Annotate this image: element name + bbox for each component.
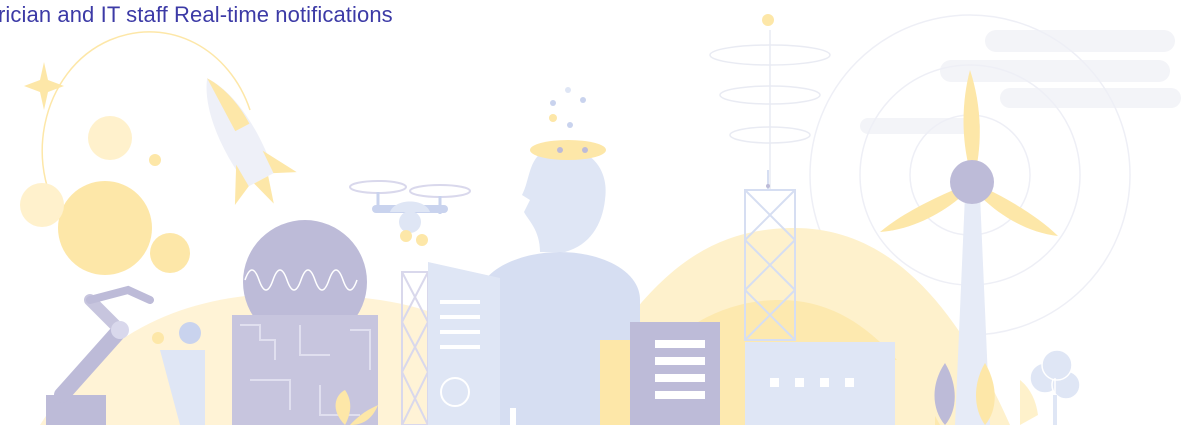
tech-illustration: [20, 14, 1181, 425]
satellite-tower-icon: [709, 30, 831, 190]
star-icon: [24, 62, 64, 110]
rocket-icon: [206, 78, 297, 205]
planet-icon: [20, 116, 190, 275]
drone-icon: [349, 180, 471, 246]
cloud-icon: [860, 30, 1181, 134]
globe-wave-icon: [232, 220, 378, 425]
